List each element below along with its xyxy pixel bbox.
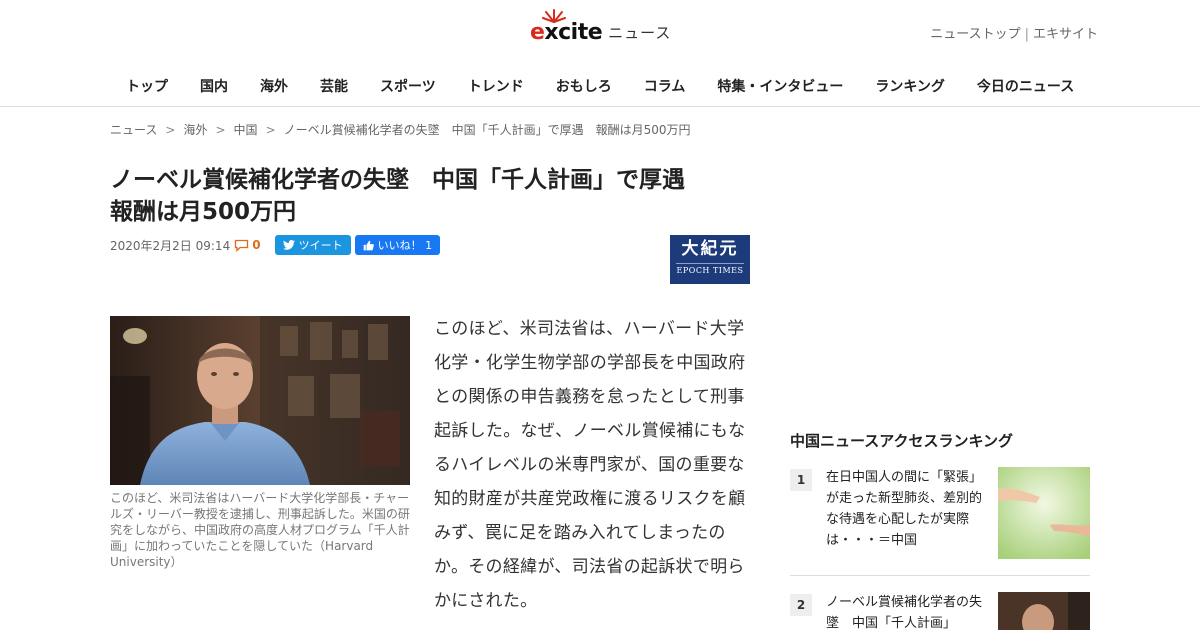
logo-section-label: ニュース — [608, 24, 672, 42]
nav-item-top[interactable]: トップ — [110, 76, 184, 96]
nav-item-features[interactable]: 特集・インタビュー — [701, 76, 859, 96]
breadcrumb-current: ノーベル賞候補化学者の失墜 中国「千人計画」で厚遇 報酬は月500万円 — [283, 123, 691, 137]
source-logo-kanji: 大紀元 — [681, 239, 739, 259]
ranking-divider — [790, 575, 1090, 576]
breadcrumb: ニュース > 海外 > 中国 > ノーベル賞候補化学者の失墜 中国「千人計画」で厚遇 報酬は… — [110, 121, 691, 138]
article-date: 2020年2月2日 09:14 — [110, 238, 231, 253]
top-link-news-top[interactable]: ニューストップ — [930, 27, 1020, 42]
top-link-separator: | — [1024, 27, 1029, 42]
nav-item-trend[interactable]: トレンド — [452, 76, 540, 96]
ranking-number: 1 — [790, 469, 812, 491]
article-photo[interactable] — [110, 316, 410, 485]
site-logo[interactable]: excite ニュース — [530, 9, 672, 46]
nav-item-sports[interactable]: スポーツ — [364, 76, 452, 96]
thumbs-up-icon — [363, 240, 374, 250]
nav-item-overseas[interactable]: 海外 — [244, 76, 304, 96]
breadcrumb-separator: > — [165, 123, 176, 137]
breadcrumb-china[interactable]: 中国 — [234, 123, 258, 137]
article-photo-image — [110, 316, 410, 485]
ranking-thumbnail-portrait — [998, 592, 1090, 630]
ranking-item-title: ノーベル賞候補化学者の失墜 中国「千人計画」 — [826, 595, 983, 630]
breadcrumb-separator: > — [265, 123, 276, 137]
tweet-button-label: ツイート — [298, 239, 343, 252]
twitter-bird-icon — [282, 240, 295, 250]
ranking-number: 2 — [790, 594, 812, 616]
article-meta: 2020年2月2日 09:14 0 ツイート いいね！ 1 — [110, 235, 441, 255]
ranking-thumbnail-hands — [998, 467, 1090, 559]
comment-icon — [235, 239, 249, 252]
nav-item-entertainment[interactable]: 芸能 — [304, 76, 364, 96]
nav-item-todays-news[interactable]: 今日のニュース — [961, 76, 1090, 96]
article-title-line1: ノーベル賞候補化学者の失墜 中国「千人計画」で厚遇 — [110, 167, 685, 193]
ranking-item-title: 在日中国人の間に「緊張」が走った新型肺炎、差別的な待遇を心配したが実際は・・・＝… — [826, 470, 983, 548]
site-header: excite ニュース ニューストップ | エキサイト トップ 国内 海外 芸能 ス… — [0, 0, 1200, 107]
breadcrumb-overseas[interactable]: 海外 — [183, 123, 207, 137]
breadcrumb-news[interactable]: ニュース — [110, 123, 157, 137]
top-links: ニューストップ | エキサイト — [930, 23, 1098, 42]
ranking-heading: 中国ニュースアクセスランキング — [790, 432, 1014, 450]
source-logo-english: EPOCH TIMES — [676, 263, 744, 276]
nav-item-funny[interactable]: おもしろ — [540, 76, 628, 96]
breadcrumb-separator: > — [215, 123, 226, 137]
like-button[interactable]: いいね！ 1 — [354, 235, 441, 255]
nav-item-domestic[interactable]: 国内 — [184, 76, 244, 96]
logo-burst-icon — [542, 9, 566, 23]
comment-count: 0 — [252, 238, 261, 252]
top-link-excite[interactable]: エキサイト — [1033, 27, 1098, 42]
nav-item-column[interactable]: コラム — [628, 76, 702, 96]
tweet-button[interactable]: ツイート — [274, 235, 351, 255]
like-button-label: いいね！ 1 — [377, 239, 433, 252]
source-logo-epoch-times[interactable]: 大紀元 EPOCH TIMES — [670, 235, 750, 284]
nav-item-ranking[interactable]: ランキング — [859, 76, 961, 96]
article-title-line2: 報酬は月500万円 — [110, 199, 297, 225]
photo-caption: このほど、米司法省はハーバード大学化学部長・チャールズ・リーバー教授を逮捕し、刑… — [110, 491, 410, 569]
comment-link[interactable]: 0 — [234, 238, 261, 252]
main-nav: トップ 国内 海外 芸能 スポーツ トレンド おもしろ コラム 特集・インタビュ… — [110, 76, 1090, 96]
article-body: このほど、米司法省は、ハーバード大学化学・化学生物学部の学部長を中国政府との関係… — [434, 319, 746, 611]
article-title: ノーベル賞候補化学者の失墜 中国「千人計画」で厚遇 報酬は月500万円 — [110, 164, 750, 228]
logo-wordmark: excite — [530, 20, 603, 45]
